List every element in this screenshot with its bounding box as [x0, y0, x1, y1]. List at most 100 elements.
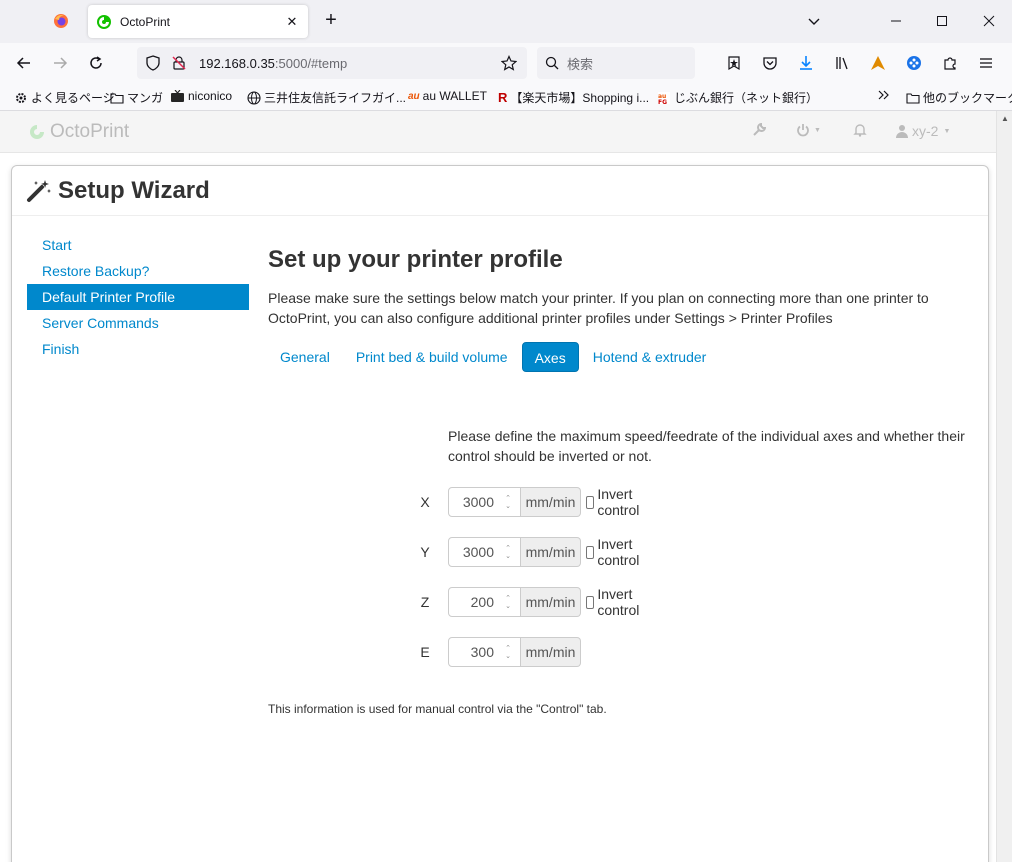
invert-control-y[interactable]: Invert control: [586, 536, 644, 568]
maximize-window-button[interactable]: [928, 8, 956, 34]
bookmark-item[interactable]: au au WALLET: [408, 89, 487, 103]
profile-tabs: General Print bed & build volume Axes Ho…: [268, 342, 978, 372]
magic-wand-icon: [27, 179, 51, 202]
wizard-step-finish[interactable]: Finish: [27, 336, 249, 362]
spinner-arrows-icon[interactable]: ⌃ ⌄: [502, 495, 514, 511]
tab-print-bed[interactable]: Print bed & build volume: [344, 342, 520, 372]
library-icon[interactable]: [830, 51, 854, 75]
new-tab-button[interactable]: +: [320, 9, 342, 33]
pocket-icon[interactable]: [758, 51, 782, 75]
tab-general[interactable]: General: [268, 342, 342, 372]
axis-label: E: [420, 644, 430, 660]
search-box[interactable]: 検索: [537, 47, 695, 79]
wrench-icon[interactable]: [752, 123, 766, 137]
close-window-button[interactable]: [975, 8, 1003, 34]
checkbox[interactable]: [586, 495, 595, 509]
url-path: :5000/#temp: [274, 55, 348, 71]
spinner-arrows-icon[interactable]: ⌃ ⌄: [502, 545, 514, 561]
invert-control-x[interactable]: Invert control: [586, 486, 644, 518]
dialog-header: Setup Wizard: [12, 166, 988, 216]
spinner-arrows-icon[interactable]: ⌃ ⌄: [502, 595, 514, 611]
dialog-title: Setup Wizard: [58, 176, 210, 204]
username: xy-2: [912, 123, 939, 139]
unit-addon: mm/min: [521, 537, 581, 567]
scroll-up-arrow-icon[interactable]: ▲: [997, 111, 1012, 127]
tab-axes[interactable]: Axes: [521, 342, 579, 372]
wizard-step-restore-backup[interactable]: Restore Backup?: [27, 258, 249, 284]
checkbox[interactable]: [586, 545, 595, 559]
bell-icon[interactable]: [853, 123, 867, 137]
search-placeholder: 検索: [567, 56, 594, 72]
spinner-arrows-icon[interactable]: ⌃ ⌄: [502, 645, 514, 661]
forward-arrow-icon[interactable]: [48, 51, 72, 75]
caret-down-icon: ▼: [943, 127, 951, 135]
tab-list-chevron-icon[interactable]: [800, 8, 828, 34]
folder-icon: [906, 92, 920, 104]
tab-octoprint[interactable]: OctoPrint ✕: [88, 5, 308, 38]
pocket-star-icon[interactable]: [722, 51, 746, 75]
wizard-step-content: Set up your printer profile Please make …: [268, 246, 978, 716]
close-tab-icon[interactable]: ✕: [284, 14, 300, 30]
octoprint-favicon: [97, 14, 111, 29]
intro-text: Please make sure the settings below matc…: [268, 290, 929, 326]
page-scrollbar[interactable]: ▲: [996, 111, 1012, 862]
invert-control-z[interactable]: Invert control: [586, 586, 644, 618]
bookmarks-overflow-chevron-icon[interactable]: [877, 89, 891, 101]
browser-navigation-bar: 192.168.0.35:5000/#temp 検索: [0, 43, 1012, 83]
axis-label: Y: [420, 544, 430, 560]
hamburger-menu-icon[interactable]: [974, 51, 998, 75]
bookmark-item[interactable]: niconico: [170, 89, 232, 103]
user-icon: [896, 125, 908, 138]
caret-down-icon: ▼: [814, 126, 821, 134]
power-menu[interactable]: ▼: [796, 123, 821, 137]
download-icon[interactable]: [794, 51, 818, 75]
octoprint-brand[interactable]: OctoPrint: [28, 121, 129, 143]
gear-icon: [14, 91, 28, 105]
bookmark-item[interactable]: au FG じぶん銀行（ネット銀行）: [657, 89, 818, 106]
tv-icon: [170, 89, 185, 103]
footnote-text: This information is used for manual cont…: [268, 702, 607, 716]
checkbox[interactable]: [586, 595, 595, 609]
setup-wizard-dialog: Setup Wizard Start Restore Backup? Defau…: [11, 165, 989, 862]
extension-triangle-icon[interactable]: [866, 51, 890, 75]
octoprint-logo-icon: [30, 125, 44, 139]
speed-input-z[interactable]: 200 ⌃ ⌄: [448, 587, 521, 617]
user-menu[interactable]: xy-2 ▼: [896, 123, 950, 139]
wizard-step-server-commands[interactable]: Server Commands: [27, 310, 249, 336]
shield-icon[interactable]: [145, 55, 161, 71]
minimize-window-button[interactable]: [882, 8, 910, 34]
rakuten-icon: R: [498, 90, 508, 105]
reload-icon[interactable]: [84, 51, 108, 75]
section-heading: Set up your printer profile: [268, 246, 563, 273]
wizard-step-start[interactable]: Start: [27, 232, 249, 258]
folder-icon: [110, 92, 124, 104]
bank-icon: au FG: [657, 91, 671, 105]
wizard-step-default-printer-profile[interactable]: Default Printer Profile: [27, 284, 249, 310]
octoprint-navbar: OctoPrint ▼ xy-2 ▼: [0, 111, 996, 153]
back-arrow-icon[interactable]: [12, 51, 36, 75]
firefox-icon: [54, 14, 68, 28]
extension-dots-icon[interactable]: [902, 51, 926, 75]
bookmark-item[interactable]: R 【楽天市場】Shopping i...: [498, 89, 649, 106]
axis-label: Z: [420, 594, 430, 610]
speed-input-x[interactable]: 3000 ⌃ ⌄: [448, 487, 521, 517]
axis-label: X: [420, 494, 430, 510]
au-icon: au: [408, 90, 420, 102]
speed-input-e[interactable]: 300 ⌃ ⌄: [448, 637, 521, 667]
tab-title: OctoPrint: [120, 14, 171, 29]
speed-input-y[interactable]: 3000 ⌃ ⌄: [448, 537, 521, 567]
bookmark-item[interactable]: 三井住友信託ライフガイ...: [247, 89, 406, 106]
unit-addon: mm/min: [521, 637, 581, 667]
insecure-lock-icon[interactable]: [171, 55, 187, 71]
bookmarks-toolbar: よく見るページ マンガ niconico 三井住友信託ライフガイ... au a…: [0, 83, 1012, 111]
address-bar[interactable]: 192.168.0.35:5000/#temp: [137, 47, 527, 79]
firefox-pinned-tab[interactable]: [44, 6, 78, 36]
bookmark-star-icon[interactable]: [501, 55, 517, 71]
url-host: 192.168.0.35: [199, 55, 275, 71]
unit-addon: mm/min: [521, 487, 581, 517]
bookmark-item[interactable]: よく見るページ: [14, 89, 115, 106]
other-bookmarks-folder[interactable]: 他のブックマーク: [906, 89, 1012, 106]
extensions-puzzle-icon[interactable]: [938, 51, 962, 75]
tab-hotend-extruder[interactable]: Hotend & extruder: [581, 342, 719, 372]
bookmark-folder[interactable]: マンガ: [110, 89, 163, 106]
